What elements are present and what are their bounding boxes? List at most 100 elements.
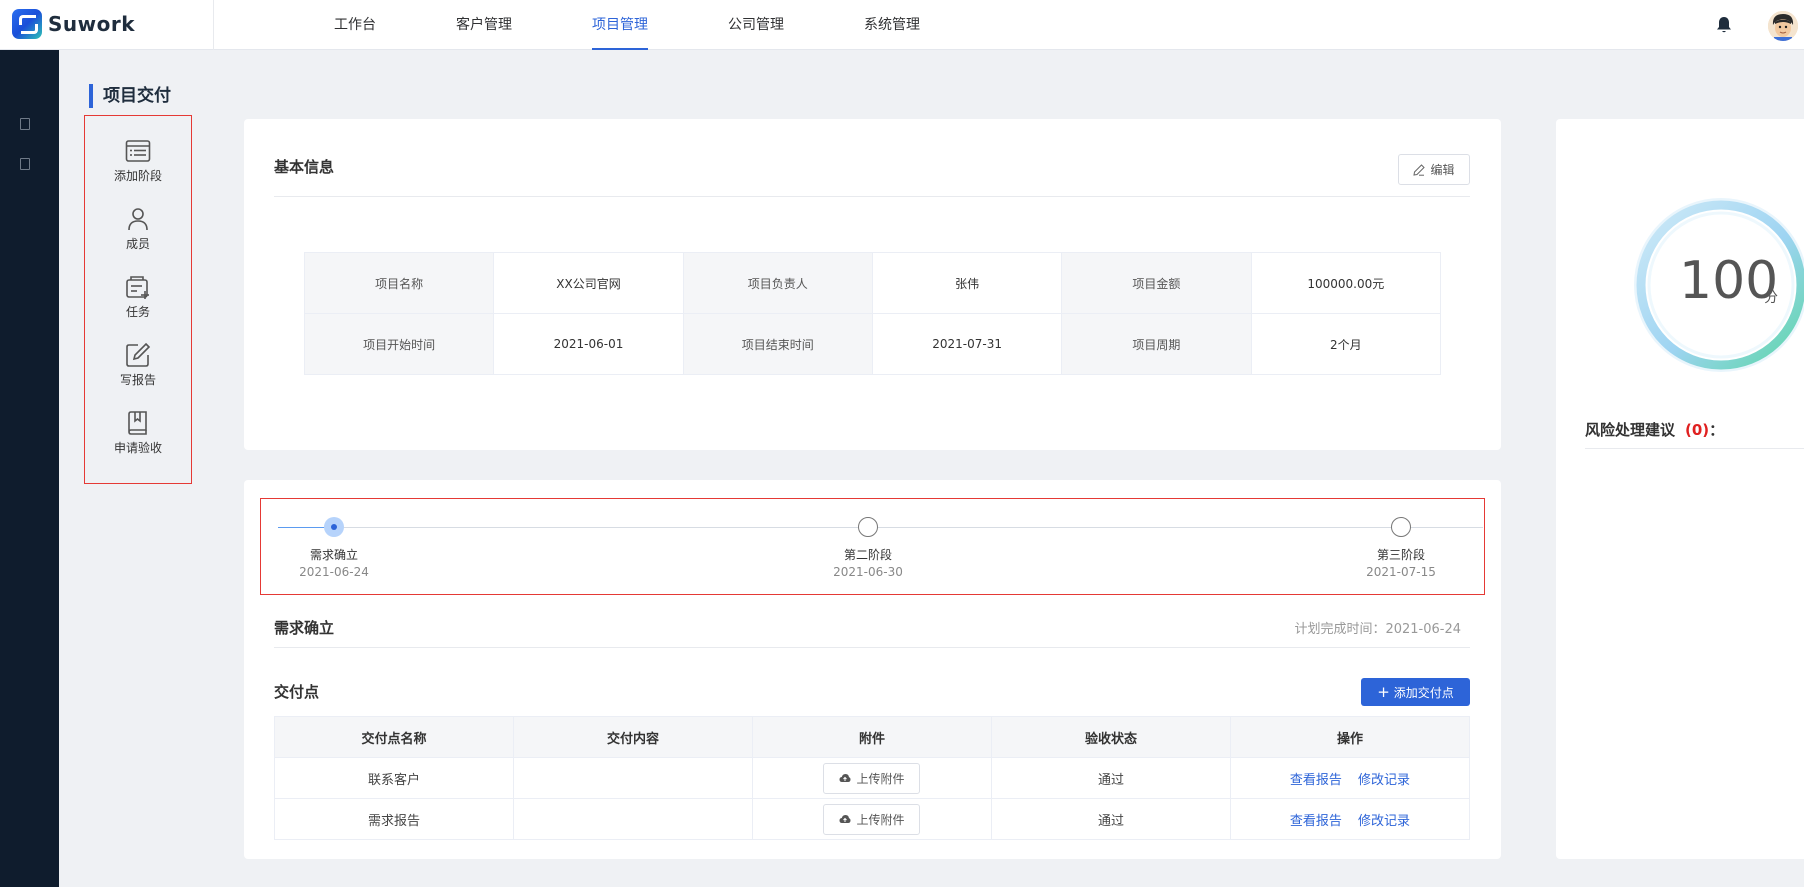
table-row: 需求报告 上传附件 通过 查看报告 修改记录 bbox=[274, 798, 1471, 840]
deliverables-table: 交付点名称 交付内容 附件 验收状态 操作 联系客户 上传附件 通过 查看报告 bbox=[274, 716, 1471, 840]
edit-button-label: 编辑 bbox=[1430, 163, 1455, 177]
timeline-node-3[interactable] bbox=[1391, 517, 1411, 537]
stage-title: 需求确立 bbox=[274, 619, 335, 637]
view-report-link[interactable]: 查看报告 bbox=[1290, 773, 1342, 788]
tool-write-report[interactable]: 写报告 bbox=[85, 342, 191, 402]
report-icon[interactable] bbox=[20, 158, 30, 170]
tool-members[interactable]: 成员 bbox=[85, 206, 191, 266]
table-row: 项目开始时间 2021-06-01 项目结束时间 2021-07-31 项目周期… bbox=[303, 313, 1442, 375]
nav-item-customers[interactable]: 客户管理 bbox=[456, 0, 512, 50]
timeline-node-1[interactable] bbox=[324, 517, 344, 537]
project-info-table: 项目名称 XX公司官网 项目负责人 张伟 项目金额 100000.00元 项目开… bbox=[303, 252, 1442, 375]
info-value: 张伟 bbox=[871, 252, 1063, 314]
deliverable-name: 需求报告 bbox=[274, 798, 514, 840]
timeline-date: 2021-07-15 bbox=[1366, 565, 1436, 579]
view-report-link[interactable]: 查看报告 bbox=[1290, 814, 1342, 829]
add-deliverable-label: 添加交付点 bbox=[1393, 685, 1454, 700]
risk-advice: 风险处理建议 (0)： bbox=[1585, 419, 1724, 440]
info-value: 2个月 bbox=[1250, 313, 1442, 375]
divider bbox=[274, 196, 1470, 197]
divider bbox=[1585, 448, 1804, 449]
attachment-cell: 上传附件 bbox=[751, 798, 992, 840]
upload-attachment-button[interactable]: 上传附件 bbox=[823, 803, 921, 835]
timeline-date: 2021-06-24 bbox=[299, 565, 369, 579]
column-header: 交付内容 bbox=[512, 716, 753, 758]
cloud-upload-icon bbox=[839, 774, 851, 782]
acceptance-status: 通过 bbox=[990, 757, 1231, 799]
stage-timeline: 需求确立 2021-06-24 第二阶段 2021-06-30 第三阶段 202… bbox=[260, 498, 1485, 595]
nav-item-projects[interactable]: 项目管理 bbox=[592, 0, 648, 50]
stage-card: 需求确立 2021-06-24 第二阶段 2021-06-30 第三阶段 202… bbox=[244, 480, 1501, 859]
info-value: 2021-06-01 bbox=[493, 313, 684, 375]
column-header: 交付点名称 bbox=[274, 716, 514, 758]
column-header: 验收状态 bbox=[990, 716, 1231, 758]
plus-icon: + bbox=[1377, 682, 1390, 701]
table-row: 联系客户 上传附件 通过 查看报告 修改记录 bbox=[274, 757, 1471, 799]
upload-label: 上传附件 bbox=[856, 771, 905, 786]
info-key: 项目名称 bbox=[303, 252, 495, 314]
risk-label: 风险处理建议 bbox=[1585, 421, 1676, 439]
timeline-label: 需求确立 bbox=[309, 548, 358, 562]
actions-cell: 查看报告 修改记录 bbox=[1229, 757, 1471, 799]
book-icon bbox=[128, 411, 147, 435]
section-title: 基本信息 bbox=[274, 158, 335, 176]
timeline-date: 2021-06-30 bbox=[833, 565, 903, 579]
upload-label: 上传附件 bbox=[856, 812, 905, 827]
tool-label: 任务 bbox=[125, 305, 150, 319]
list-icon bbox=[125, 140, 151, 162]
score-card: 100 分 风险处理建议 (0)： bbox=[1556, 119, 1804, 859]
deliverable-name: 联系客户 bbox=[274, 757, 514, 799]
edit-button[interactable]: 编辑 bbox=[1398, 154, 1470, 185]
user-icon bbox=[128, 208, 148, 231]
tool-panel: 添加阶段 成员 任务 写报告 申请验收 bbox=[84, 115, 192, 484]
top-bar: Suwork 工作台 客户管理 项目管理 公司管理 系统管理 bbox=[0, 0, 1804, 50]
app-logo[interactable]: Suwork bbox=[12, 9, 135, 39]
avatar[interactable] bbox=[1768, 11, 1798, 41]
tool-add-stage[interactable]: 添加阶段 bbox=[85, 138, 191, 198]
task-icon bbox=[126, 276, 149, 299]
actions-cell: 查看报告 修改记录 bbox=[1229, 798, 1471, 840]
pencil-icon bbox=[1413, 163, 1426, 176]
timeline-label: 第二阶段 bbox=[843, 548, 892, 562]
deliverables-title: 交付点 bbox=[274, 683, 320, 701]
risk-count: (0) bbox=[1685, 421, 1710, 439]
edit-history-link[interactable]: 修改记录 bbox=[1358, 773, 1410, 788]
upload-attachment-button[interactable]: 上传附件 bbox=[823, 762, 921, 794]
attachment-cell: 上传附件 bbox=[751, 757, 992, 799]
plan-time: 计划完成时间：2021-06-24 bbox=[1294, 622, 1461, 637]
tool-apply-acceptance[interactable]: 申请验收 bbox=[85, 410, 191, 470]
info-value: 2021-07-31 bbox=[871, 313, 1063, 375]
basic-info-card: 基本信息 编辑 项目名称 XX公司官网 项目负责人 张伟 项目金额 100000… bbox=[244, 119, 1501, 450]
info-key: 项目负责人 bbox=[682, 252, 873, 314]
info-key: 项目开始时间 bbox=[303, 313, 495, 375]
acceptance-status: 通过 bbox=[990, 798, 1231, 840]
edit-history-link[interactable]: 修改记录 bbox=[1358, 814, 1410, 829]
info-value: XX公司官网 bbox=[493, 252, 684, 314]
page-title: 项目交付 bbox=[89, 84, 171, 108]
document-icon[interactable] bbox=[20, 118, 30, 130]
tool-label: 添加阶段 bbox=[113, 169, 162, 183]
info-key: 项目金额 bbox=[1061, 252, 1252, 314]
deliverable-content bbox=[512, 757, 753, 799]
column-header: 操作 bbox=[1229, 716, 1471, 758]
edit-icon bbox=[126, 342, 151, 367]
divider bbox=[213, 0, 214, 50]
deliverable-content bbox=[512, 798, 753, 840]
nav-item-workbench[interactable]: 工作台 bbox=[334, 0, 376, 50]
timeline-node-2[interactable] bbox=[858, 517, 878, 537]
add-deliverable-button[interactable]: + 添加交付点 bbox=[1361, 678, 1470, 706]
risk-colon: ： bbox=[1709, 421, 1725, 439]
tool-tasks[interactable]: 任务 bbox=[85, 274, 191, 334]
table-header-row: 交付点名称 交付内容 附件 验收状态 操作 bbox=[274, 716, 1471, 758]
info-value: 100000.00元 bbox=[1250, 252, 1442, 314]
table-row: 项目名称 XX公司官网 项目负责人 张伟 项目金额 100000.00元 bbox=[303, 252, 1442, 314]
nav-item-system[interactable]: 系统管理 bbox=[864, 0, 920, 50]
info-key: 项目结束时间 bbox=[682, 313, 873, 375]
tool-label: 写报告 bbox=[119, 373, 156, 387]
divider bbox=[274, 647, 1470, 648]
timeline-label: 第三阶段 bbox=[1376, 548, 1425, 562]
bell-icon[interactable] bbox=[1716, 16, 1732, 34]
column-header: 附件 bbox=[751, 716, 992, 758]
cloud-upload-icon bbox=[839, 815, 851, 823]
nav-item-company[interactable]: 公司管理 bbox=[728, 0, 784, 50]
